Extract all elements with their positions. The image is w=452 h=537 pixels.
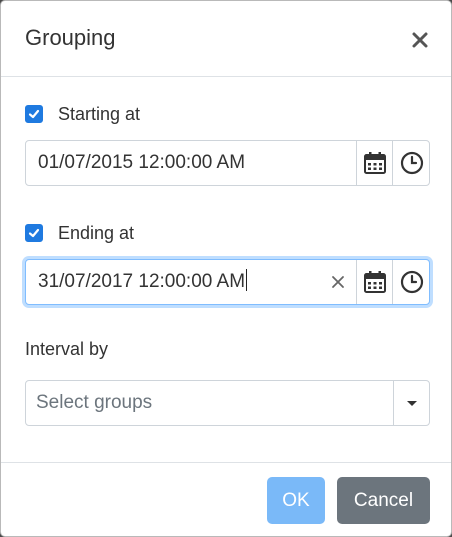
ending-at-value[interactable]: 31/07/2017 12:00:00 AM (38, 260, 248, 304)
starting-at-checkbox[interactable] (25, 105, 43, 123)
cancel-button[interactable]: Cancel (337, 477, 430, 524)
interval-label: Interval by (25, 339, 109, 359)
interval-dropdown-button[interactable] (393, 381, 430, 425)
interval-select[interactable]: Select groups (25, 380, 430, 426)
ok-button[interactable]: OK (267, 477, 325, 524)
close-icon (412, 32, 428, 48)
ending-clock-button[interactable] (392, 260, 430, 304)
starting-at-value[interactable]: 01/07/2015 12:00:00 AM (38, 141, 245, 185)
dialog-title: Grouping (25, 25, 116, 50)
starting-clock-button[interactable] (392, 141, 430, 185)
starting-at-row: Starting at (25, 102, 140, 126)
ending-at-checkbox[interactable] (25, 224, 43, 242)
close-button[interactable] (409, 29, 431, 51)
dialog-header: Grouping (1, 1, 451, 77)
clock-icon (400, 270, 423, 294)
text-caret (246, 269, 248, 292)
starting-at-label: Starting at (58, 103, 141, 124)
starting-calendar-button[interactable] (356, 141, 393, 185)
ending-at-label: Ending at (58, 222, 135, 243)
starting-at-input[interactable]: 01/07/2015 12:00:00 AM (25, 140, 430, 186)
clear-button[interactable] (328, 272, 348, 292)
ending-at-input[interactable]: 31/07/2017 12:00:00 AM (25, 259, 430, 305)
dialog-footer: OK Cancel (1, 462, 451, 537)
clock-icon (400, 151, 423, 175)
calendar-icon (364, 271, 386, 293)
check-icon (28, 228, 40, 238)
caret-down-icon (407, 401, 417, 406)
check-icon (28, 109, 40, 119)
ending-at-text: 31/07/2017 12:00:00 AM (38, 271, 246, 292)
grouping-dialog: Grouping Starting at 01/07/2015 12:00:00… (0, 0, 452, 537)
clear-icon (332, 276, 344, 288)
calendar-icon (364, 152, 386, 174)
ending-calendar-button[interactable] (356, 260, 393, 304)
ending-at-row: Ending at (25, 221, 134, 245)
interval-placeholder: Select groups (36, 392, 153, 413)
